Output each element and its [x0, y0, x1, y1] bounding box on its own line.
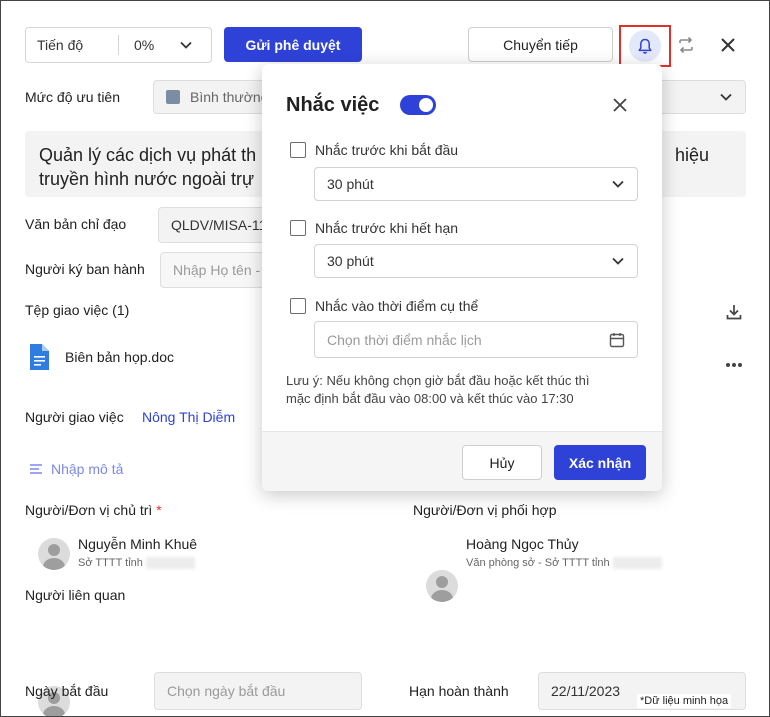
submit-approval-button[interactable]: Gửi phê duyệt	[224, 27, 362, 62]
assigner-link[interactable]: Nông Thị Diễm	[142, 409, 235, 425]
add-description-link[interactable]: Nhập mô tả	[29, 461, 123, 477]
start-date-placeholder: Chọn ngày bắt đầu	[167, 683, 286, 699]
chevron-down-icon	[611, 177, 625, 191]
directive-label: Văn bản chỉ đạo	[25, 216, 127, 232]
file-name-link[interactable]: Biên bản họp.doc	[65, 349, 174, 365]
files-label: Tệp giao việc (1)	[25, 302, 130, 318]
chevron-down-icon	[611, 254, 625, 268]
before-start-select[interactable]: 30 phút	[314, 167, 638, 201]
signer-placeholder: Nhập Họ tên -	[173, 262, 261, 278]
forward-button[interactable]: Chuyển tiếp	[468, 27, 613, 62]
specific-time-placeholder: Chọn thời điểm nhắc lịch	[327, 331, 482, 348]
related-label: Người liên quan	[25, 587, 126, 603]
close-icon[interactable]	[716, 33, 740, 57]
coop-name[interactable]: Hoàng Ngọc Thủy	[466, 536, 579, 552]
add-description-label: Nhập mô tả	[51, 461, 124, 477]
specific-time-checkbox[interactable]	[290, 298, 306, 314]
start-date-input[interactable]: Chọn ngày bắt đầu	[154, 672, 362, 710]
before-start-value: 30 phút	[327, 176, 374, 192]
more-options-icon[interactable]	[725, 355, 743, 371]
progress-value: 0%	[134, 37, 155, 53]
required-mark: *	[156, 502, 162, 518]
due-date-label: Hạn hoàn thành	[409, 683, 509, 699]
before-start-checkbox[interactable]	[290, 142, 306, 158]
task-detail-window: Tiến độ 0% Gửi phê duyệt Chuyển tiếp Mức…	[0, 0, 770, 717]
chevron-down-icon	[179, 38, 193, 52]
doc-file-icon	[28, 343, 50, 374]
reminder-footer: Hủy Xác nhận	[262, 431, 662, 491]
list-lines-icon	[29, 463, 43, 475]
before-due-select[interactable]: 30 phút	[314, 244, 638, 278]
reminder-note: Lưu ý: Nếu không chọn giờ bắt đầu hoặc k…	[286, 373, 590, 406]
illustration-watermark: *Dữ liệu minh họa	[637, 694, 732, 708]
avatar	[426, 570, 458, 602]
calendar-icon	[609, 332, 625, 348]
priority-label: Mức độ ưu tiên	[25, 89, 121, 105]
assigner-label: Người giao việc	[25, 409, 124, 425]
priority-color-swatch	[166, 90, 180, 104]
start-date-label: Ngày bắt đầu	[25, 683, 109, 699]
due-date-value: 22/11/2023	[551, 683, 621, 699]
download-icon[interactable]	[722, 300, 746, 324]
reminder-toggle[interactable]	[400, 95, 436, 115]
before-due-checkbox[interactable]	[290, 220, 306, 236]
repeat-icon[interactable]	[674, 33, 698, 57]
reminder-popover: Nhắc việc Nhắc trước khi bắt đầu 30 phút…	[262, 64, 662, 491]
before-start-label: Nhắc trước khi bắt đầu	[315, 142, 459, 158]
chevron-down-icon	[719, 90, 733, 104]
owner-label: Người/Đơn vị chủ trì *	[25, 502, 162, 518]
coop-label: Người/Đơn vị phối hợp	[413, 502, 557, 518]
coop-unit: Văn phòng sở - Sở TTTT tỉnh xxxxxxxxx	[466, 557, 663, 569]
before-due-label: Nhắc trước khi hết hạn	[315, 220, 459, 236]
cancel-button[interactable]: Hủy	[462, 445, 542, 480]
before-due-value: 30 phút	[327, 253, 374, 269]
close-icon[interactable]	[608, 93, 632, 117]
specific-time-label: Nhắc vào thời điểm cụ thể	[315, 298, 479, 314]
directive-value: QLDV/MISA-111	[171, 217, 274, 233]
owner-unit: Sở TTTT tỉnh xxxxxxxxx	[78, 557, 196, 569]
owner-name[interactable]: Nguyễn Minh Khuê	[78, 536, 197, 552]
signer-label: Người ký ban hành	[25, 261, 145, 277]
avatar	[38, 538, 70, 570]
progress-selector[interactable]: Tiến độ 0%	[25, 27, 212, 63]
confirm-button[interactable]: Xác nhận	[554, 445, 646, 480]
bell-icon	[637, 38, 653, 55]
priority-value: Bình thường	[190, 89, 269, 105]
task-title-line1-end: hiệu	[675, 145, 710, 165]
progress-label: Tiến độ	[26, 35, 119, 55]
reminder-title: Nhắc việc	[286, 94, 380, 116]
specific-time-input[interactable]: Chọn thời điểm nhắc lịch	[314, 321, 638, 358]
reminder-bell-button[interactable]	[619, 25, 671, 67]
